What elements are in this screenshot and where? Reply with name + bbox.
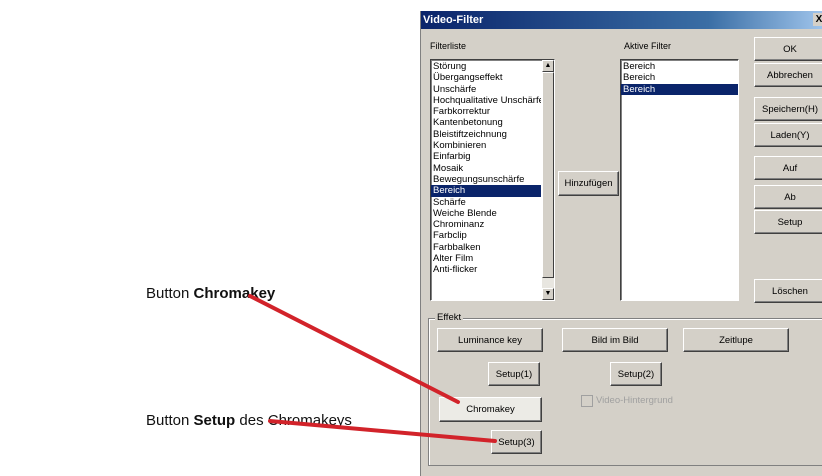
setup-arrow — [268, 419, 497, 443]
chromakey-arrow — [248, 294, 460, 404]
annotation-arrows — [248, 294, 497, 443]
